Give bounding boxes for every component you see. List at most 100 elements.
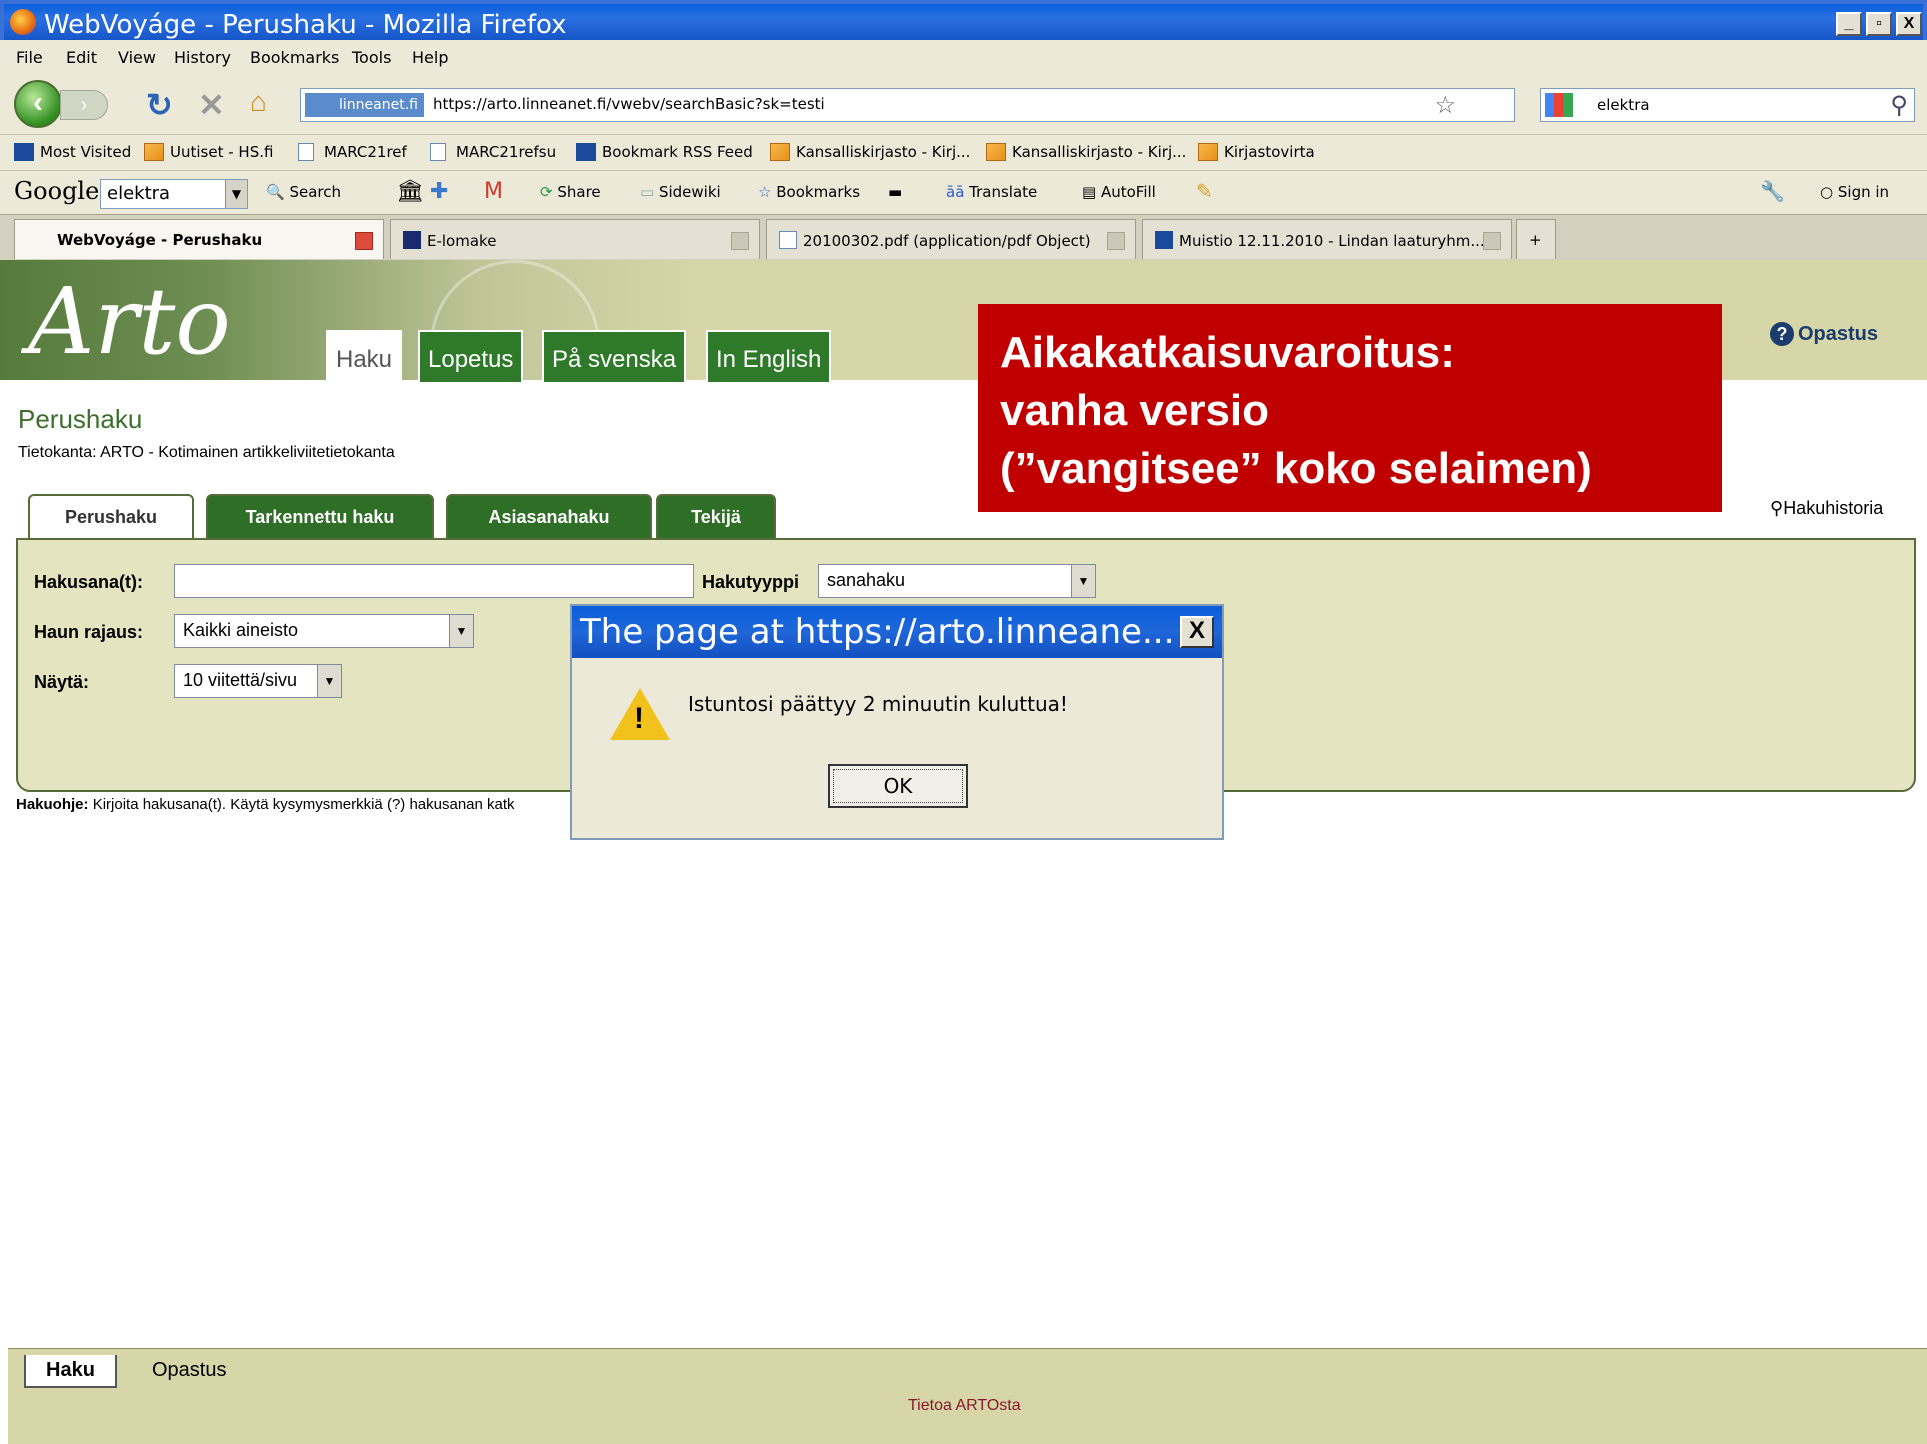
bookmark-feed-icon xyxy=(576,143,596,161)
chevron-down-icon[interactable]: ▼ xyxy=(317,665,341,697)
menu-bookmarks[interactable]: Bookmarks xyxy=(250,48,339,67)
scope-select[interactable]: Kaikki aineisto ▼ xyxy=(174,614,474,648)
bookmark-star-icon[interactable]: ☆ xyxy=(1434,91,1456,120)
keyword-label: Hakusana(t): xyxy=(34,572,144,592)
search-tab-asiasanahaku[interactable]: Asiasanahaku xyxy=(446,494,652,540)
gmail-icon[interactable]: M xyxy=(484,179,503,204)
menu-file[interactable]: File xyxy=(16,48,43,67)
plus-icon[interactable]: ✚ xyxy=(430,179,448,204)
browser-tab-strip: WebVoyáge - Perushaku E-lomake 20100302.… xyxy=(0,214,1927,260)
chevron-down-icon[interactable]: ▼ xyxy=(449,615,473,647)
browser-tab-muistio[interactable]: Muistio 12.11.2010 - Lindan laaturyhm... xyxy=(1142,219,1512,259)
reload-icon[interactable]: ↻ xyxy=(146,86,173,124)
bookmarks-toolbar: Most Visited Uutiset - HS.fi MARC21ref M… xyxy=(0,134,1927,170)
bookmark-kansalliskirjasto-1[interactable]: Kansalliskirjasto - Kirj... xyxy=(770,143,970,161)
search-history-link[interactable]: ⚲Hakuhistoria xyxy=(1770,498,1883,519)
window-title: WebVoyáge - Perushaku - Mozilla Firefox xyxy=(44,10,567,40)
site-identity-badge[interactable]: linneanet.fi xyxy=(305,93,424,117)
warning-icon-mark: ! xyxy=(634,702,644,735)
google-sidewiki-button[interactable]: ▭ Sidewiki xyxy=(640,183,721,201)
page-icon xyxy=(298,143,314,161)
bookmark-marc21refsu[interactable]: MARC21refsu xyxy=(430,143,556,161)
bookmark-kirjastovirta[interactable]: Kirjastovirta xyxy=(1198,143,1315,161)
highlighter-icon[interactable]: ✎ xyxy=(1196,179,1213,203)
dialog-close-button[interactable]: X xyxy=(1180,616,1214,648)
google-search-icon: 🔍 xyxy=(266,183,285,201)
footer-tab-opastus[interactable]: Opastus xyxy=(132,1355,246,1386)
google-translate-button[interactable]: āā Translate xyxy=(946,183,1037,201)
search-type-select[interactable]: sanahaku ▼ xyxy=(818,564,1096,598)
browser-tab-e-lomake[interactable]: E-lomake xyxy=(390,219,760,259)
page-title: Perushaku xyxy=(18,404,143,434)
results-per-page-select[interactable]: 10 viitettä/sivu ▼ xyxy=(174,664,342,698)
page-icon xyxy=(430,143,446,161)
google-toolbar: Google elektra ▼ 🔍 Search 🏛 ✚ M ⟳ Share … xyxy=(0,170,1927,214)
search-tab-perushaku[interactable]: Perushaku xyxy=(28,494,194,542)
menu-edit[interactable]: Edit xyxy=(66,48,97,67)
close-tab-icon[interactable] xyxy=(1107,232,1125,250)
google-mail-button[interactable]: ▬ xyxy=(888,183,902,201)
stop-icon[interactable]: ✕ xyxy=(198,86,225,124)
page-icon xyxy=(779,231,797,249)
url-bar[interactable]: linneanet.fi https://arto.linneanet.fi/v… xyxy=(300,88,1515,122)
google-search-input[interactable]: elektra ▼ xyxy=(100,179,248,209)
chevron-down-icon[interactable]: ▼ xyxy=(1071,565,1095,597)
footer-tab-haku[interactable]: Haku xyxy=(24,1355,117,1388)
keyword-input[interactable] xyxy=(174,564,694,598)
close-tab-icon[interactable] xyxy=(1483,232,1501,250)
header-tab-lopetus[interactable]: Lopetus xyxy=(418,330,524,382)
search-tab-tekija[interactable]: Tekijä xyxy=(656,494,776,540)
google-sign-in-button[interactable]: ○ Sign in xyxy=(1820,183,1889,201)
google-share-button[interactable]: ⟳ Share xyxy=(540,183,601,201)
annotation-line-2: vanha versio xyxy=(1000,386,1270,435)
maximize-button[interactable]: ▫ xyxy=(1866,12,1892,36)
home-icon[interactable]: ⌂ xyxy=(250,86,267,118)
menu-bar: File Edit View History Bookmarks Tools H… xyxy=(0,40,1927,74)
ok-button[interactable]: OK xyxy=(828,764,968,808)
browser-tab-pdf[interactable]: 20100302.pdf (application/pdf Object) xyxy=(766,219,1136,259)
opastus-link[interactable]: ? Opastus xyxy=(1770,322,1878,346)
chevron-down-icon[interactable]: ▼ xyxy=(225,180,247,208)
bookmark-kansalliskirjasto-2[interactable]: Kansalliskirjasto - Kirj... xyxy=(986,143,1186,161)
about-arto-link[interactable]: Tietoa ARTOsta xyxy=(908,1397,1021,1415)
browser-tab-webvoyage[interactable]: WebVoyáge - Perushaku xyxy=(14,219,384,259)
close-window-button[interactable]: X xyxy=(1896,12,1922,36)
back-button[interactable]: ‹ xyxy=(14,80,62,128)
scope-label: Haun rajaus: xyxy=(34,622,144,642)
google-autofill-button[interactable]: ▤ AutoFill xyxy=(1082,183,1156,201)
rss-feed-icon xyxy=(144,143,164,161)
forward-button[interactable]: › xyxy=(60,90,108,120)
autofill-icon: ▤ xyxy=(1082,183,1097,201)
bookmark-rss-feed[interactable]: Bookmark RSS Feed xyxy=(576,143,753,161)
header-tab-haku[interactable]: Haku xyxy=(326,330,403,382)
search-icon[interactable]: ⚲ xyxy=(1890,91,1908,120)
translate-icon: āā xyxy=(946,183,965,201)
minimize-button[interactable]: _ xyxy=(1836,12,1862,36)
bookmark-marc21ref[interactable]: MARC21ref xyxy=(298,143,407,161)
browser-search-box[interactable]: elektra ⚲ xyxy=(1540,88,1915,122)
help-icon: ? xyxy=(1770,322,1794,346)
bookmark-uutiset[interactable]: Uutiset - HS.fi xyxy=(144,143,273,161)
new-tab-button[interactable]: + xyxy=(1516,219,1556,259)
search-type-label: Hakutyyppi xyxy=(702,572,800,592)
rss-feed-icon xyxy=(1198,143,1218,161)
header-tab-pa-svenska[interactable]: På svenska xyxy=(542,330,687,382)
url-text: https://arto.linneanet.fi/vwebv/searchBa… xyxy=(433,95,825,113)
google-search-button[interactable]: 🔍 Search xyxy=(266,183,341,201)
wrench-icon[interactable]: 🔧 xyxy=(1760,179,1785,203)
close-tab-icon[interactable] xyxy=(731,232,749,250)
menu-help[interactable]: Help xyxy=(412,48,448,67)
navigation-bar: ‹ › ↻ ✕ ⌂ linneanet.fi https://arto.linn… xyxy=(0,74,1927,134)
menu-history[interactable]: History xyxy=(174,48,231,67)
browser-search-value: elektra xyxy=(1597,96,1650,114)
header-tab-in-english[interactable]: In English xyxy=(706,330,832,382)
google-bookmarks-button[interactable]: ☆ Bookmarks xyxy=(758,183,860,201)
menu-tools[interactable]: Tools xyxy=(352,48,391,67)
page-footer: Haku Opastus Tietoa ARTOsta xyxy=(8,1348,1927,1444)
menu-view[interactable]: View xyxy=(118,48,156,67)
search-engine-icon[interactable] xyxy=(1545,93,1573,117)
search-tab-tarkennettu[interactable]: Tarkennettu haku xyxy=(206,494,434,540)
pagerank-icon[interactable]: 🏛 xyxy=(396,179,424,204)
bookmark-most-visited[interactable]: Most Visited xyxy=(14,143,131,161)
close-tab-icon[interactable] xyxy=(355,232,373,250)
